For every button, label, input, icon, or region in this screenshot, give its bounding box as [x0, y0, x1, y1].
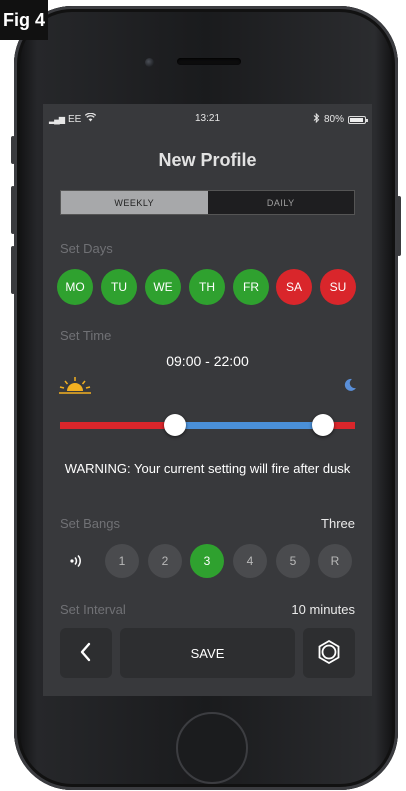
- back-button[interactable]: [60, 628, 112, 678]
- bottom-toolbar: SAVE: [60, 628, 355, 678]
- gear-icon: [316, 639, 342, 668]
- settings-button[interactable]: [303, 628, 355, 678]
- time-range-value: 09:00 - 22:00: [166, 353, 249, 369]
- status-right: 80%: [313, 112, 368, 126]
- bluetooth-icon: [313, 112, 320, 126]
- earpiece-speaker: [177, 58, 241, 65]
- day-wednesday[interactable]: WE: [145, 269, 181, 305]
- slider-track-before: [60, 422, 176, 429]
- slider-end-handle[interactable]: [311, 414, 334, 436]
- slider-track-selected: [175, 422, 323, 429]
- set-bangs-label: Set Bangs: [60, 516, 120, 531]
- bang-selector: 1 2 3 4 5 R: [60, 544, 360, 578]
- home-button[interactable]: [176, 712, 248, 784]
- set-bangs-value: Three: [321, 516, 355, 531]
- status-bar: ▂▄▆ EE 13:21 80%: [43, 104, 372, 134]
- set-time-label: Set Time: [60, 328, 112, 343]
- tab-weekly[interactable]: WEEKLY: [61, 191, 208, 214]
- dusk-warning: WARNING: Your current setting will fire …: [64, 461, 351, 476]
- moon-icon: [343, 378, 357, 397]
- day-friday[interactable]: FR: [233, 269, 269, 305]
- bang-option-5[interactable]: 5: [276, 544, 310, 578]
- time-slider[interactable]: [60, 414, 355, 436]
- bang-option-2[interactable]: 2: [148, 544, 182, 578]
- bang-option-repeat[interactable]: R: [318, 544, 352, 578]
- day-sunday[interactable]: SU: [320, 269, 356, 305]
- day-thursday[interactable]: TH: [189, 269, 225, 305]
- mute-switch: [11, 136, 15, 164]
- set-interval-value[interactable]: 10 minutes: [291, 602, 355, 617]
- set-days-label: Set Days: [60, 241, 113, 256]
- battery-icon: [348, 115, 368, 124]
- slider-start-handle[interactable]: [164, 414, 187, 436]
- app-screen: ▂▄▆ EE 13:21 80% New Profile WEEKLY DAIL…: [43, 104, 372, 696]
- day-selector: MO TU WE TH FR SA SU: [57, 269, 357, 305]
- bang-option-4[interactable]: 4: [233, 544, 267, 578]
- bang-option-1[interactable]: 1: [105, 544, 139, 578]
- day-saturday[interactable]: SA: [276, 269, 312, 305]
- bang-option-3[interactable]: 3: [190, 544, 224, 578]
- battery-percent: 80%: [323, 114, 344, 125]
- chevron-left-icon: [79, 642, 93, 665]
- front-camera: [145, 58, 154, 67]
- sunrise-icon: [57, 376, 93, 401]
- day-tuesday[interactable]: TU: [101, 269, 137, 305]
- sound-waves-icon: [69, 554, 83, 573]
- page-title: New Profile: [158, 150, 257, 170]
- volume-down-button: [11, 246, 15, 294]
- volume-up-button: [11, 186, 15, 234]
- schedule-mode-toggle: WEEKLY DAILY: [60, 190, 355, 215]
- day-monday[interactable]: MO: [57, 269, 93, 305]
- set-interval-label: Set Interval: [60, 602, 126, 617]
- save-button[interactable]: SAVE: [120, 628, 295, 678]
- tab-daily[interactable]: DAILY: [207, 191, 354, 214]
- power-button: [397, 196, 401, 256]
- figure-label: Fig 4: [0, 0, 48, 40]
